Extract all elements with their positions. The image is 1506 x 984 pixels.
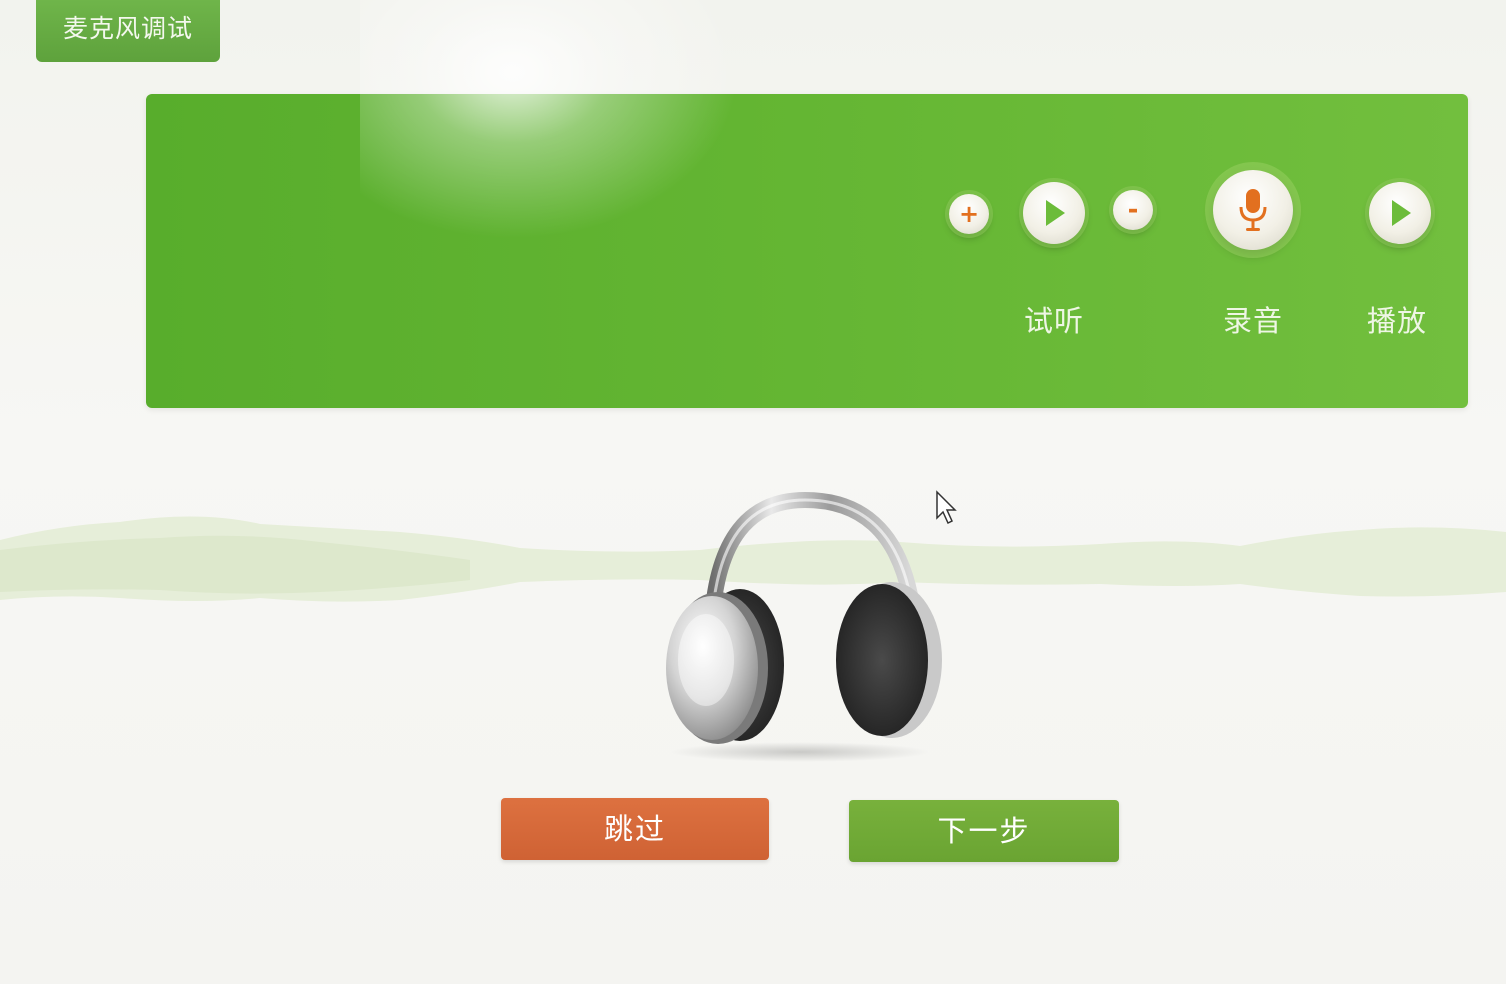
plus-icon: + (958, 200, 980, 228)
window-title: 麦克风调试 (36, 0, 220, 62)
play-icon (1392, 200, 1411, 226)
minus-icon: - (1127, 195, 1139, 225)
volume-up-button[interactable]: + (949, 194, 989, 234)
next-step-button[interactable]: 下一步 (849, 800, 1119, 862)
record-button[interactable] (1213, 170, 1293, 250)
mouse-cursor-icon (936, 490, 957, 525)
play-button[interactable] (1369, 182, 1431, 244)
listen-label: 试听 (1023, 304, 1084, 338)
skip-button[interactable]: 跳过 (501, 798, 769, 860)
headphones-icon (666, 491, 942, 762)
listen-button[interactable] (1023, 182, 1085, 244)
mic-test-screen: 麦克风调试 + - 试听 录音 播放 跳过 下一步 (0, 0, 1506, 984)
play-label: 播放 (1366, 304, 1427, 338)
volume-down-button[interactable]: - (1113, 190, 1153, 230)
play-icon (1046, 200, 1065, 226)
control-panel: + - 试听 录音 播放 (146, 94, 1468, 408)
microphone-icon (1239, 189, 1267, 231)
record-label: 录音 (1222, 304, 1283, 338)
